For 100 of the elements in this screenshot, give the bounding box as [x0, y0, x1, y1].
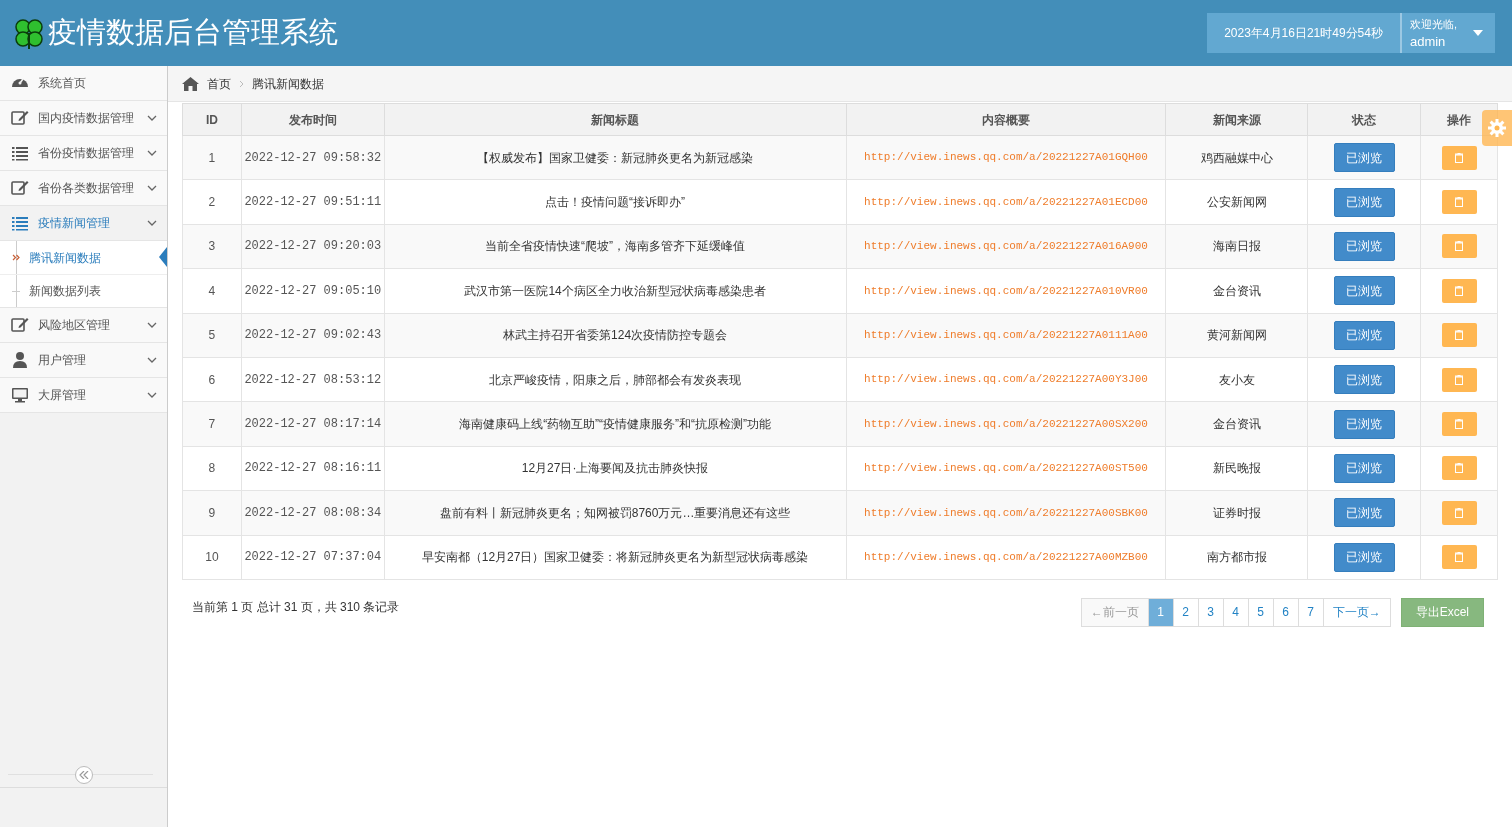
column-header: 发布时间: [241, 103, 385, 136]
column-header: ID: [182, 103, 242, 136]
viewed-status-button[interactable]: 已浏览: [1333, 498, 1395, 528]
delete-button[interactable]: [1441, 278, 1477, 303]
table-cell: 证券时报: [1212, 505, 1261, 520]
table-cell: 当前全省疫情快速“爬坡”，海南多管齐下延缓峰值: [485, 239, 746, 254]
double-chevron-right-icon: [12, 254, 20, 261]
viewed-status-button[interactable]: 已浏览: [1333, 365, 1395, 395]
table-cell: 鸡西融媒中心: [1200, 150, 1273, 165]
sidebar-subitem[interactable]: 腾讯新闻数据: [0, 241, 167, 274]
breadcrumb-link[interactable]: 首页: [207, 74, 231, 93]
sidebar-item[interactable]: 省份各类数据管理: [0, 171, 167, 206]
trash-icon: [1455, 463, 1463, 474]
table-cell: 南方都市报: [1206, 550, 1267, 565]
column-header: 内容概要: [846, 103, 1166, 136]
export-excel-button[interactable]: 导出Excel: [1400, 597, 1484, 627]
trash-icon: [1455, 419, 1463, 430]
table-cell: 海南日报: [1212, 239, 1261, 254]
viewed-status-button[interactable]: 已浏览: [1333, 231, 1395, 261]
viewed-status-button[interactable]: 已浏览: [1333, 143, 1395, 173]
table-cell: 10: [205, 550, 219, 565]
table-cell: 3: [208, 239, 216, 254]
delete-button[interactable]: [1441, 545, 1477, 570]
trash-icon: [1455, 285, 1463, 296]
trash-icon: [1455, 197, 1463, 208]
app-title: 疫情数据后台管理系统: [48, 15, 338, 51]
table-cell: 早安南都（12月27日）国家卫健委：将新冠肺炎更名为新型冠状病毒感染: [421, 550, 809, 565]
viewed-status-button[interactable]: 已浏览: [1333, 187, 1395, 217]
delete-button[interactable]: [1441, 412, 1477, 437]
table-cell: 林武主持召开省委第124次疫情防控专题会: [503, 328, 728, 343]
delete-button[interactable]: [1441, 500, 1477, 525]
settings-button[interactable]: [1482, 110, 1512, 146]
table-cell: 12月27日·上海要闻及抗击肺炎快报: [521, 461, 709, 476]
table-cell: 9: [208, 505, 216, 520]
delete-button[interactable]: [1441, 456, 1477, 481]
username: admin: [1409, 33, 1447, 51]
edit-icon: [11, 109, 29, 127]
settings-icon: [1488, 119, 1506, 137]
sidebar-item[interactable]: 省份疫情数据管理: [0, 136, 167, 171]
table-cell: 5: [208, 328, 216, 343]
table-cell: 2022-12-27 08:17:14: [244, 417, 382, 432]
table-cell: 2022-12-27 08:08:34: [244, 505, 382, 520]
table-cell: 北京严峻疫情，阳康之后，肺部都会有发炎表现: [489, 372, 742, 387]
delete-button[interactable]: [1441, 234, 1477, 259]
trash-icon: [1455, 507, 1463, 518]
table-cell: 2022-12-27 08:16:11: [244, 461, 382, 476]
delete-button[interactable]: [1441, 190, 1477, 215]
viewed-status-button[interactable]: 已浏览: [1333, 453, 1395, 483]
delete-button[interactable]: [1441, 145, 1477, 170]
page-button[interactable]: 6: [1273, 597, 1299, 627]
page-summary: 当前第 1 页 总计 31 页，共 310 条记录: [192, 598, 400, 616]
table-cell: 2022-12-27 07:37:04: [244, 550, 382, 565]
welcome-text: 欢迎光临,: [1409, 17, 1457, 32]
page-button[interactable]: 2: [1173, 597, 1199, 627]
sidebar-item[interactable]: 系统首页: [0, 66, 167, 101]
viewed-status-button[interactable]: 已浏览: [1333, 542, 1395, 572]
collapse-sidebar-button[interactable]: [75, 766, 93, 784]
table-cell: 2022-12-27 09:58:32: [244, 150, 382, 165]
page-button[interactable]: 1: [1148, 597, 1174, 627]
table-cell: 黄河新闻网: [1206, 328, 1267, 343]
viewed-status-button[interactable]: 已浏览: [1333, 409, 1395, 439]
table-cell: 7: [208, 417, 216, 432]
previous-page-button[interactable]: ←前一页: [1080, 597, 1149, 627]
sidebar-subitem[interactable]: 新闻数据列表: [0, 274, 167, 307]
viewed-status-button[interactable]: 已浏览: [1333, 320, 1395, 350]
user-icon: [11, 351, 29, 369]
table-cell: 点击！疫情问题“接诉即办”: [545, 195, 686, 210]
viewed-status-button[interactable]: 已浏览: [1333, 276, 1395, 306]
page-button[interactable]: 5: [1248, 597, 1274, 627]
edit-icon: [11, 316, 29, 334]
table-cell: 公安新闻网: [1206, 195, 1267, 210]
sidebar-item[interactable]: 大屏管理: [0, 378, 167, 413]
column-header: 新闻来源: [1165, 103, 1308, 136]
breadcrumb-current: 腾讯新闻数据: [252, 75, 324, 93]
table-cell: 2022-12-27 09:02:43: [244, 328, 382, 343]
date-time: 2023年4月16日21时49分54秒: [1207, 13, 1402, 53]
table-cell: 新民晚报: [1212, 461, 1261, 476]
edit-icon: [11, 179, 29, 197]
table-cell: 2022-12-27 09:20:03: [244, 239, 382, 254]
delete-button[interactable]: [1441, 367, 1477, 392]
monitor-icon: [11, 386, 29, 404]
page-button[interactable]: 3: [1198, 597, 1224, 627]
next-page-button[interactable]: 下一页→: [1323, 597, 1391, 627]
sidebar-item[interactable]: 用户管理: [0, 343, 167, 378]
list-icon: [11, 144, 29, 162]
sidebar-item[interactable]: 国内疫情数据管理: [0, 101, 167, 136]
table-cell: 1: [208, 150, 216, 165]
trash-icon: [1455, 152, 1463, 163]
home-icon: [182, 76, 199, 91]
table-cell: 金台资讯: [1212, 417, 1261, 432]
page-button[interactable]: 7: [1298, 597, 1324, 627]
delete-button[interactable]: [1441, 323, 1477, 348]
table-cell: 盘前有料丨新冠肺炎更名；知网被罚8760万元…重要消息还有这些: [439, 505, 791, 520]
page-button[interactable]: 4: [1223, 597, 1249, 627]
user-menu[interactable]: 欢迎光临, admin: [1401, 13, 1495, 53]
sidebar-item[interactable]: 风险地区管理: [0, 308, 167, 343]
column-header: 新闻标题: [384, 103, 847, 136]
table-cell: 4: [208, 283, 216, 298]
trash-icon: [1455, 374, 1463, 385]
table-cell: 8: [208, 461, 216, 476]
